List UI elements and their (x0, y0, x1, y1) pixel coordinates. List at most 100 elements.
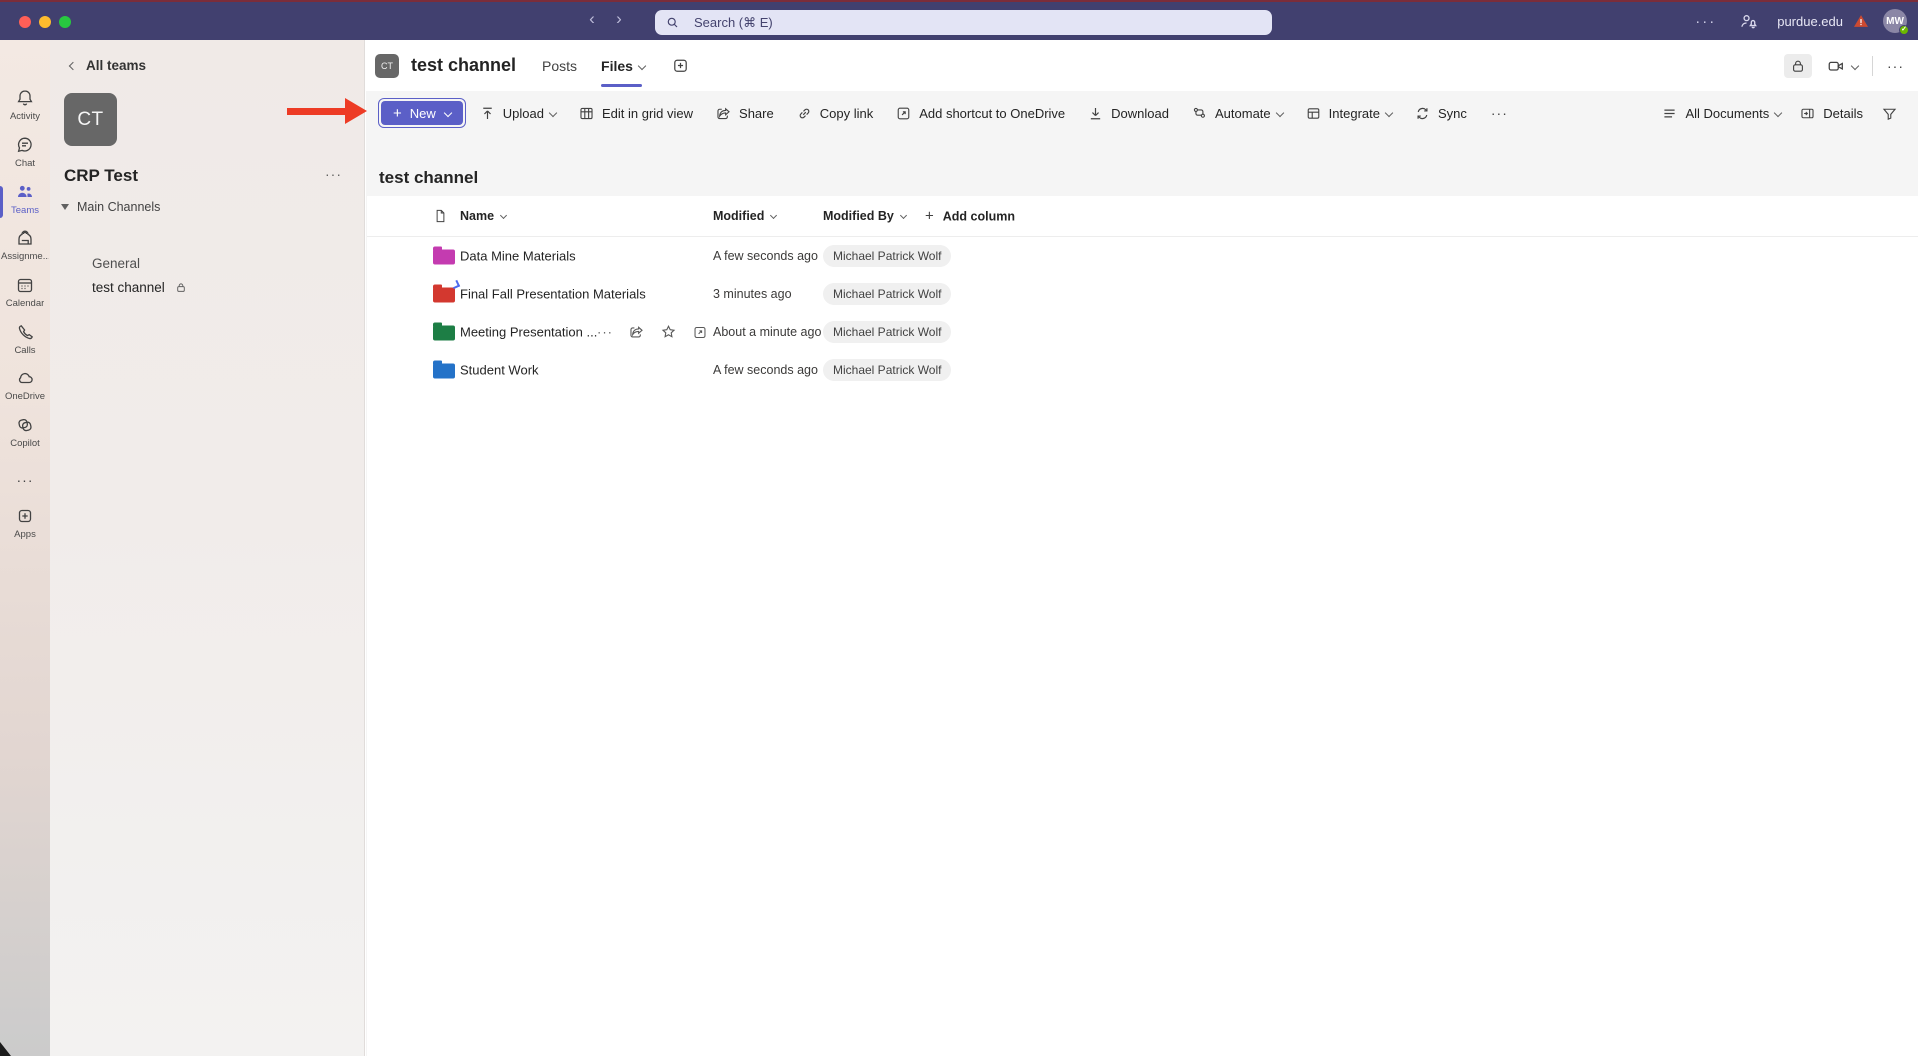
row-more-icon[interactable]: ··· (597, 325, 613, 340)
rail-item-apps[interactable]: Apps (0, 506, 50, 540)
toolbar-more-icon[interactable]: ··· (1491, 105, 1508, 121)
share-icon (715, 105, 732, 122)
rail-item-activity[interactable]: Activity (0, 88, 50, 122)
channel-more-icon[interactable]: ··· (1887, 58, 1904, 74)
team-more-icon[interactable]: ··· (325, 166, 342, 182)
tab-files[interactable]: Files (601, 58, 645, 74)
integrate-button[interactable]: Integrate (1305, 105, 1392, 122)
file-row-final-fall-presentation-materials[interactable]: Final Fall Presentation Materials 3 minu… (367, 275, 1918, 313)
file-name-link[interactable]: Meeting Presentation ... (460, 325, 597, 340)
channel-privacy-button[interactable] (1784, 54, 1812, 78)
warning-icon[interactable] (1853, 14, 1869, 28)
forward-nav-icon[interactable]: › (609, 9, 629, 29)
macos-minimize-button[interactable] (39, 16, 51, 28)
link-icon (796, 105, 813, 122)
download-button[interactable]: Download (1087, 105, 1169, 122)
search-bar[interactable] (655, 10, 1272, 35)
modified-by-badge: Michael Patrick Wolf (823, 359, 951, 381)
favorite-star-icon[interactable] (660, 324, 677, 341)
download-icon (1087, 105, 1104, 122)
upload-button[interactable]: Upload (479, 105, 556, 122)
file-row-meeting-presentation[interactable]: Meeting Presentation ... ··· About a min… (367, 313, 1918, 351)
team-name: CRP Test (64, 166, 138, 186)
file-row-data-mine-materials[interactable]: Data Mine Materials A few seconds ago Mi… (367, 237, 1918, 275)
tab-posts[interactable]: Posts (542, 58, 577, 74)
channel-header: CT test channel Posts Files (366, 40, 1918, 91)
share-button[interactable]: Share (715, 105, 774, 122)
rail-item-chat[interactable]: Chat (0, 135, 50, 169)
files-toolbar: + New Upload Edit in grid view (366, 91, 1918, 135)
plus-icon: + (393, 105, 402, 122)
folder-icon (433, 250, 455, 265)
macos-zoom-button[interactable] (59, 16, 71, 28)
open-in-new-icon (895, 105, 912, 122)
view-lines-icon (1661, 105, 1678, 122)
column-header-modified[interactable]: Modified (713, 209, 776, 223)
meet-button[interactable] (1826, 57, 1858, 75)
all-teams-back-button[interactable]: All teams (70, 58, 146, 73)
copilot-icon (15, 415, 35, 435)
rail-item-assignments[interactable]: Assignme... (0, 228, 50, 262)
phone-icon (15, 322, 35, 342)
user-avatar[interactable]: MW ✓ (1883, 9, 1907, 33)
sync-button[interactable]: Sync (1414, 105, 1467, 122)
camera-icon (1826, 57, 1846, 75)
add-tab-button[interactable] (671, 56, 690, 75)
file-name-link[interactable]: Student Work (460, 363, 539, 378)
automate-icon (1191, 105, 1208, 122)
team-avatar[interactable]: CT (64, 93, 117, 146)
add-shortcut-onedrive-button[interactable]: Add shortcut to OneDrive (895, 105, 1065, 122)
modified-time: 3 minutes ago (713, 287, 792, 301)
filter-funnel-icon (1881, 105, 1898, 122)
file-row-student-work[interactable]: Student Work A few seconds ago Michael P… (367, 351, 1918, 389)
search-input[interactable] (694, 15, 1262, 30)
chevron-down-icon (549, 109, 557, 117)
sidebar-channel-test-channel[interactable]: test channel (92, 280, 187, 295)
edit-grid-view-button[interactable]: Edit in grid view (578, 105, 693, 122)
chevron-down-icon (1275, 109, 1283, 117)
column-header-modified-by[interactable]: Modified By (823, 209, 906, 223)
notification-status-icon[interactable] (1738, 12, 1757, 31)
macos-close-button[interactable] (19, 16, 31, 28)
new-button[interactable]: + New (378, 98, 466, 128)
chevron-down-icon (500, 212, 507, 219)
column-header-name[interactable]: Name (460, 209, 506, 223)
modified-time: About a minute ago (713, 325, 821, 339)
modified-by-badge: Michael Patrick Wolf (823, 321, 951, 343)
rail-item-onedrive[interactable]: OneDrive (0, 368, 50, 402)
rail-item-calendar[interactable]: Calendar (0, 275, 50, 309)
add-column-button[interactable]: + Add column (925, 208, 1015, 225)
chevron-left-icon (69, 61, 77, 69)
copy-link-button[interactable]: Copy link (796, 105, 873, 122)
file-type-column-icon[interactable] (433, 208, 448, 224)
sidebar-channel-general[interactable]: General (92, 256, 140, 271)
account-domain[interactable]: purdue.edu (1777, 14, 1843, 29)
file-name-link[interactable]: Final Fall Presentation Materials (460, 287, 646, 302)
file-list-panel: Name Modified Modified By + Add column D… (367, 196, 1918, 1056)
view-selector[interactable]: All Documents (1661, 105, 1781, 122)
automate-button[interactable]: Automate (1191, 105, 1283, 122)
back-nav-icon[interactable]: ‹ (582, 9, 602, 29)
library-title: test channel (379, 168, 478, 188)
plus-square-icon (671, 56, 690, 75)
chevron-down-icon (444, 109, 452, 117)
rail-item-teams[interactable]: Teams (0, 182, 50, 216)
share-icon[interactable] (628, 324, 645, 341)
folder-icon (433, 364, 455, 379)
main-content: CT test channel Posts Files (366, 40, 1918, 1056)
chevron-down-icon (770, 212, 777, 219)
private-channel-lock-icon (175, 281, 187, 294)
details-button[interactable]: Details (1799, 105, 1863, 122)
filter-button[interactable] (1881, 105, 1905, 122)
channels-section-header[interactable]: Main Channels (61, 200, 160, 214)
chevron-down-icon (900, 212, 907, 219)
rail-item-copilot[interactable]: Copilot (0, 415, 50, 449)
titlebar-more-icon[interactable]: ··· (1695, 13, 1716, 30)
rail-item-calls[interactable]: Calls (0, 322, 50, 356)
sync-icon (1414, 105, 1431, 122)
document-icon (433, 208, 448, 224)
file-name-link[interactable]: Data Mine Materials (460, 249, 576, 264)
open-in-new-icon[interactable] (692, 324, 708, 340)
cloud-icon (15, 368, 35, 388)
rail-more-icon[interactable]: ··· (0, 472, 50, 488)
